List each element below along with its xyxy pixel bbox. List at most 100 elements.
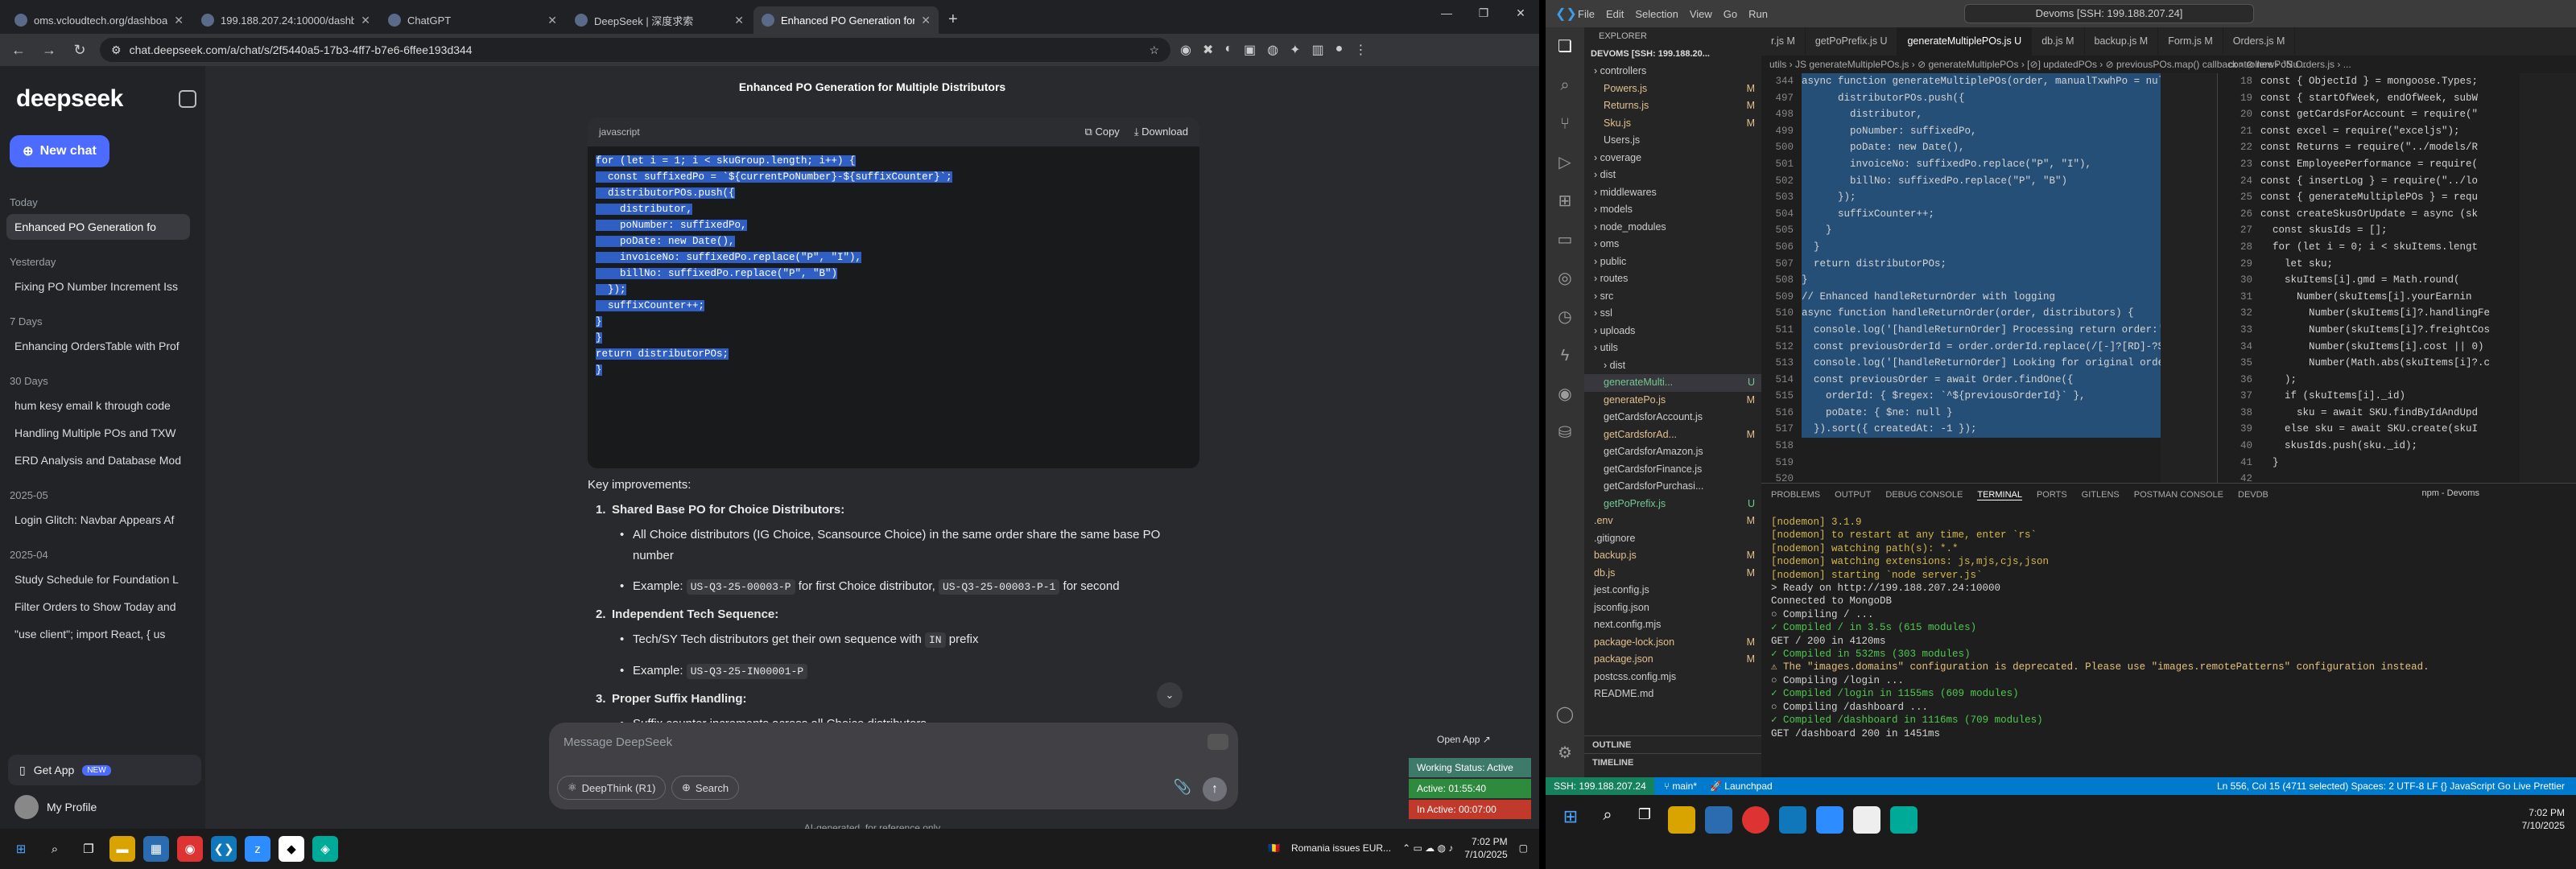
- close-tab-icon[interactable]: ✕: [174, 14, 184, 27]
- file-tree-item[interactable]: getPoPrefix.js U: [1584, 496, 1761, 513]
- file-tree-item[interactable]: jsconfig.json: [1584, 599, 1761, 617]
- editor-pane-right[interactable]: 18 19 20 21 22 23 24 25 26 27 28 29 30 31 32 33 34 35 36 37…: [2220, 73, 2520, 483]
- browser-tab[interactable]: oms.vcloudtech.org/dashboard ✕: [6, 6, 192, 34]
- file-tree-item[interactable]: › node_modules: [1584, 219, 1761, 237]
- puzzle-icon[interactable]: ✦: [1290, 42, 1300, 58]
- file-tree-item[interactable]: Powers.js M: [1584, 80, 1761, 98]
- extension-icon[interactable]: ◉: [1180, 42, 1191, 58]
- windows-start-icon[interactable]: ⊞: [8, 836, 34, 862]
- vscode-icon[interactable]: ❮❯: [211, 836, 237, 862]
- menu-item[interactable]: View: [1690, 8, 1712, 20]
- news-text[interactable]: Romania issues EUR...: [1291, 842, 1391, 854]
- menu-item[interactable]: Edit: [1606, 8, 1624, 20]
- app-icon[interactable]: ◆: [279, 836, 304, 862]
- file-tree-item[interactable]: › oms: [1584, 236, 1761, 253]
- minimap-right[interactable]: [2520, 73, 2576, 483]
- tray-icons[interactable]: ⌃ ▭ ☁ ◍ ♪: [1402, 842, 1453, 854]
- minimap-left[interactable]: [2161, 73, 2217, 483]
- history-item[interactable]: "use client"; import React, { us: [6, 621, 190, 647]
- task-view-icon[interactable]: ❐: [1631, 806, 1658, 834]
- account-icon[interactable]: ◯: [1546, 695, 1584, 734]
- branch-status[interactable]: ⑂ main*: [1664, 780, 1697, 792]
- search-button[interactable]: ⊕ Search: [671, 776, 740, 800]
- file-tree-item[interactable]: › utils: [1584, 340, 1761, 357]
- editor-tab[interactable]: backup.js M: [2085, 27, 2159, 56]
- file-tree-item[interactable]: next.config.mjs: [1584, 616, 1761, 634]
- file-tree-item[interactable]: .gitignore: [1584, 530, 1761, 548]
- panel-tab[interactable]: TERMINAL: [1977, 490, 2022, 500]
- panel-tab[interactable]: POSTMAN CONSOLE: [2134, 490, 2223, 500]
- file-tree-item[interactable]: getCardsforFinance.js: [1584, 461, 1761, 479]
- collapse-sidebar-icon[interactable]: [179, 90, 196, 108]
- timeline-section[interactable]: TIMELINE: [1584, 753, 1761, 771]
- timeline-icon[interactable]: ◷: [1546, 298, 1584, 336]
- new-tab-button[interactable]: +: [940, 6, 966, 34]
- file-tree-item[interactable]: › middlewares: [1584, 184, 1761, 202]
- app-icon[interactable]: [1890, 806, 1918, 834]
- file-tree-item[interactable]: Sku.js M: [1584, 115, 1761, 133]
- menu-item[interactable]: Selection: [1635, 8, 1678, 20]
- editor-tab[interactable]: Form.js M: [2158, 27, 2223, 56]
- browser-tab[interactable]: ChatGPT ✕: [380, 6, 565, 34]
- app-icon[interactable]: ◈: [312, 836, 338, 862]
- file-tree-item[interactable]: postcss.config.mjs: [1584, 669, 1761, 686]
- forward-icon[interactable]: →: [39, 42, 60, 59]
- file-tree-item[interactable]: package-lock.json M: [1584, 634, 1761, 652]
- browser-tab[interactable]: 199.188.207.24:10000/dashbo... ✕: [193, 6, 378, 34]
- app-icon[interactable]: [1853, 806, 1880, 834]
- menu-item[interactable]: Go: [1724, 8, 1737, 20]
- file-tree-item[interactable]: getCardsforAmazon.js: [1584, 443, 1761, 461]
- file-explorer-icon[interactable]: [1668, 806, 1695, 834]
- extension-icon[interactable]: ✖: [1203, 42, 1213, 58]
- launchpad-status[interactable]: 🚀 Launchpad: [1710, 780, 1773, 792]
- robot-icon[interactable]: [1208, 734, 1228, 750]
- thunder-client-icon[interactable]: ϟ: [1546, 336, 1584, 375]
- file-tree-item[interactable]: .env M: [1584, 513, 1761, 530]
- file-tree-item[interactable]: › dist: [1584, 357, 1761, 375]
- url-field[interactable]: ⚙ chat.deepseek.com/a/chat/s/2f5440a5-17…: [100, 38, 1170, 62]
- file-tree-item[interactable]: Returns.js M: [1584, 97, 1761, 115]
- remote-explorer-icon[interactable]: ▭: [1546, 220, 1584, 259]
- sidebar-icon[interactable]: ▥: [1312, 42, 1324, 58]
- panel-tab[interactable]: PORTS: [2037, 490, 2067, 500]
- extension-icon[interactable]: ◍: [1267, 42, 1278, 58]
- file-tree-item[interactable]: generatePo.js M: [1584, 392, 1761, 410]
- editor-status[interactable]: Ln 556, Col 15 (4711 selected) Spaces: 2…: [2217, 780, 2565, 792]
- file-tree-item[interactable]: › dist: [1584, 167, 1761, 184]
- file-tree-item[interactable]: › controllers: [1584, 63, 1761, 80]
- deepthink-button[interactable]: ⚛ DeepThink (R1): [557, 776, 667, 800]
- scroll-down-button[interactable]: ⌄: [1157, 682, 1183, 708]
- extension-icon[interactable]: ◐: [1224, 42, 1232, 58]
- history-item[interactable]: Enhancing OrdersTable with Prof: [6, 333, 190, 359]
- file-tree-item[interactable]: Users.js: [1584, 132, 1761, 150]
- notification-icon[interactable]: ▢: [1519, 842, 1528, 854]
- chrome-icon[interactable]: [1742, 806, 1769, 834]
- browser-tab[interactable]: Enhanced PO Generation for M... ✕: [753, 6, 939, 34]
- editor-tab[interactable]: Orders.js M: [2223, 27, 2296, 56]
- command-center[interactable]: Devoms [SSH: 199.188.207.24]: [1964, 4, 2254, 23]
- history-item[interactable]: Filter Orders to Show Today and: [6, 594, 190, 620]
- clock[interactable]: 7:02 PM 7/10/2025: [2522, 806, 2565, 832]
- close-icon[interactable]: ✕: [1502, 0, 1539, 26]
- paperclip-icon[interactable]: 📎: [1174, 779, 1191, 796]
- extension-icon[interactable]: ▣: [1244, 42, 1256, 58]
- message-input[interactable]: Message DeepSeek ⚛ DeepThink (R1) ⊕ Search…: [549, 723, 1238, 809]
- file-tree-item[interactable]: › public: [1584, 253, 1761, 271]
- store-icon[interactable]: ▦: [143, 836, 169, 862]
- file-explorer-icon[interactable]: ▬: [109, 836, 135, 862]
- panel-tab[interactable]: OUTPUT: [1835, 490, 1871, 500]
- database-icon[interactable]: ⛁: [1546, 414, 1584, 452]
- panel-tab[interactable]: DEBUG CONSOLE: [1885, 490, 1963, 500]
- profile-icon[interactable]: ●: [1335, 42, 1344, 58]
- bookmark-star-icon[interactable]: ☆: [1149, 43, 1159, 57]
- download-button[interactable]: ⤓ Download: [1134, 126, 1188, 138]
- zoom-icon[interactable]: z: [245, 836, 270, 862]
- send-button[interactable]: ↑: [1203, 777, 1227, 801]
- file-tree-item[interactable]: README.md: [1584, 686, 1761, 703]
- reload-icon[interactable]: ↻: [69, 42, 90, 59]
- site-info-icon[interactable]: ⚙: [111, 43, 122, 57]
- editor-tab[interactable]: getPoPrefix.js U: [1806, 27, 1898, 56]
- store-icon[interactable]: [1705, 806, 1732, 834]
- menu-item[interactable]: Run: [1748, 8, 1768, 20]
- file-tree-item[interactable]: › uploads: [1584, 323, 1761, 340]
